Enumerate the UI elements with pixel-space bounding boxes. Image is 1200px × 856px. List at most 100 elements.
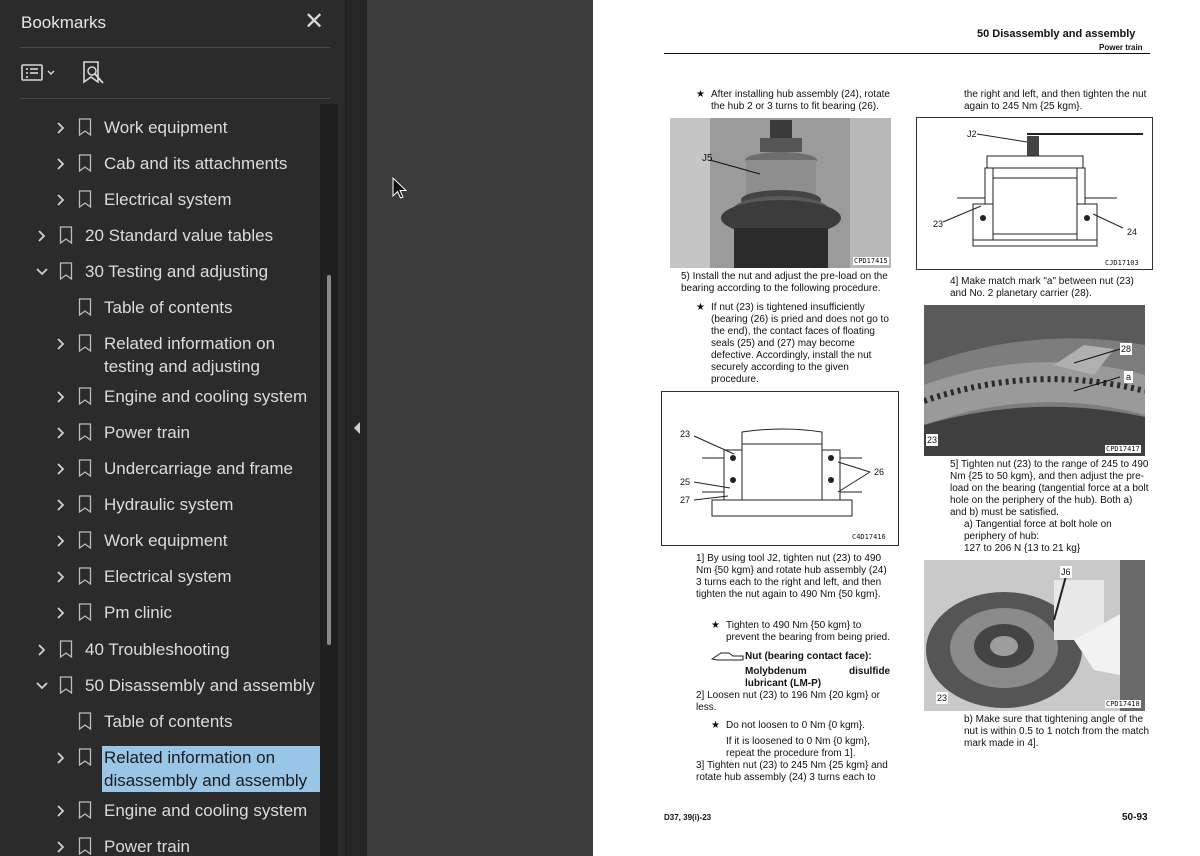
bookmark-label[interactable]: Work equipment xyxy=(104,116,227,139)
bookmark-row[interactable]: Electrical system xyxy=(0,187,320,223)
chevron-right-icon[interactable] xyxy=(54,337,68,351)
bookmark-icon xyxy=(78,334,92,352)
bookmark-label[interactable]: 50 Disassembly and assembly xyxy=(85,674,315,697)
star-icon: ★ xyxy=(711,720,720,731)
bookmark-row[interactable]: Table of contents xyxy=(0,295,320,331)
bookmark-label[interactable]: Power train xyxy=(104,835,190,856)
bookmark-label[interactable]: 40 Troubleshooting xyxy=(85,638,230,661)
close-icon[interactable]: ✕ xyxy=(300,8,328,36)
chevron-right-icon[interactable] xyxy=(54,751,68,765)
bookmark-label[interactable]: Engine and cooling system xyxy=(104,799,307,822)
collapse-panel-button[interactable] xyxy=(351,420,363,436)
bookmark-label[interactable]: Power train xyxy=(104,421,190,444)
bookmark-row[interactable]: Cab and its attachments xyxy=(0,151,320,187)
bookmark-icon xyxy=(78,531,92,549)
bookmark-row[interactable]: Pm clinic xyxy=(0,600,320,636)
bookmark-label[interactable]: Related information on testing and adjus… xyxy=(104,332,304,378)
fig2-label-4: 26 xyxy=(874,467,885,477)
header-rule xyxy=(664,53,1150,54)
chevron-right-icon[interactable] xyxy=(54,426,68,440)
bookmark-row[interactable]: Engine and cooling system xyxy=(0,798,320,834)
bookmarks-title: Bookmarks xyxy=(21,13,107,32)
bookmark-row[interactable]: Undercarriage and frame xyxy=(0,456,320,492)
page-number: 50-93 xyxy=(1122,812,1148,823)
bookmark-row[interactable]: 30 Testing and adjusting xyxy=(0,259,320,295)
find-bookmark-button[interactable] xyxy=(80,58,108,88)
chevron-right-icon[interactable] xyxy=(54,157,68,171)
bookmark-row[interactable]: Power train xyxy=(0,834,320,856)
scrollbar-thumb[interactable] xyxy=(327,275,331,645)
bookmark-label[interactable]: Cab and its attachments xyxy=(104,152,287,175)
toolbar-divider xyxy=(20,98,330,99)
bookmark-row[interactable]: Related information on disassembly and a… xyxy=(0,745,320,798)
bookmark-row[interactable]: Engine and cooling system xyxy=(0,384,320,420)
bookmark-label[interactable]: Undercarriage and frame xyxy=(104,457,293,480)
tangential-force-drawing xyxy=(924,560,1145,711)
fig2-label-3: 27 xyxy=(680,495,691,505)
fig2-code: C4D17416 xyxy=(852,533,886,541)
tool-j2-drawing xyxy=(942,133,1143,247)
bookmark-label[interactable]: Electrical system xyxy=(104,188,232,211)
bookmark-label[interactable]: Table of contents xyxy=(104,296,233,319)
bookmark-label[interactable]: Work equipment xyxy=(104,529,227,552)
note-repeat: If it is loosened to 0 Nm {0 kgm}, repea… xyxy=(726,736,870,759)
bookmark-label[interactable]: Electrical system xyxy=(104,565,232,588)
bookmark-row[interactable]: Work equipment xyxy=(0,115,320,151)
bookmark-icon xyxy=(59,676,73,694)
bookmarks-toolbar xyxy=(0,52,346,96)
bookmark-row[interactable]: Related information on testing and adjus… xyxy=(0,331,320,384)
substep-5a: a) Tangential force at bolt hole on peri… xyxy=(964,519,1112,542)
bookmark-icon xyxy=(78,603,92,621)
chevron-right-icon[interactable] xyxy=(54,570,68,584)
chevron-right-icon[interactable] xyxy=(54,606,68,620)
note-no-zero: Do not loosen to 0 Nm {0 kgm}. xyxy=(726,720,865,731)
chevron-right-icon[interactable] xyxy=(54,498,68,512)
fig5-label-1: J6 xyxy=(1060,566,1072,578)
fig3-label-2: 23 xyxy=(933,219,944,229)
bookmark-label[interactable]: Table of contents xyxy=(104,710,233,733)
press-photo-drawing xyxy=(670,118,891,268)
bookmark-row[interactable]: Electrical system xyxy=(0,564,320,600)
bookmark-icon xyxy=(78,837,92,855)
bookmark-icon xyxy=(78,801,92,819)
bookmark-row[interactable]: Work equipment xyxy=(0,528,320,564)
chevron-right-icon[interactable] xyxy=(54,534,68,548)
chevron-down-icon[interactable] xyxy=(35,679,49,693)
mouse-cursor-icon xyxy=(392,176,408,199)
bookmark-label[interactable]: Related information on disassembly and a… xyxy=(102,746,320,792)
bookmark-row[interactable]: Hydraulic system xyxy=(0,492,320,528)
bookmark-label[interactable]: Hydraulic system xyxy=(104,493,233,516)
bookmark-icon xyxy=(78,748,92,766)
chevron-down-icon[interactable] xyxy=(35,265,49,279)
figure-tool-j2: J2 23 24 CJD17103 xyxy=(916,117,1153,270)
pdf-page: 50 Disassembly and assembly Power train … xyxy=(593,0,1200,856)
chevron-right-icon[interactable] xyxy=(54,193,68,207)
bookmark-row[interactable]: 40 Troubleshooting xyxy=(0,637,320,673)
chevron-right-icon[interactable] xyxy=(54,804,68,818)
bookmark-label[interactable]: 30 Testing and adjusting xyxy=(85,260,268,283)
bookmark-label[interactable]: Engine and cooling system xyxy=(104,385,307,408)
chevron-right-icon[interactable] xyxy=(54,121,68,135)
bookmark-row[interactable]: 20 Standard value tables xyxy=(0,223,320,259)
bookmark-row[interactable]: 50 Disassembly and assembly xyxy=(0,673,320,709)
bookmark-icon xyxy=(59,262,73,280)
note-insufficient-tighten: If nut (23) is tightened insufficiently … xyxy=(711,302,889,385)
chevron-right-icon[interactable] xyxy=(54,462,68,476)
bookmark-search-icon xyxy=(83,61,104,84)
chevron-right-icon[interactable] xyxy=(54,840,68,854)
chevron-right-icon[interactable] xyxy=(35,643,49,657)
substep-1: 1] By using tool J2, tighten nut (23) to… xyxy=(696,553,887,600)
bookmark-icon xyxy=(78,154,92,172)
fig1-label: J5 xyxy=(702,153,713,164)
fig4-label-1: 28 xyxy=(1120,343,1133,355)
bookmark-label[interactable]: 20 Standard value tables xyxy=(85,224,273,247)
options-menu-button[interactable] xyxy=(20,58,60,88)
chevron-right-icon[interactable] xyxy=(35,229,49,243)
bookmark-icon xyxy=(59,226,73,244)
match-mark-drawing xyxy=(924,305,1145,456)
fig4-label-3: 23 xyxy=(926,434,939,446)
chevron-right-icon[interactable] xyxy=(54,390,68,404)
bookmark-row[interactable]: Table of contents xyxy=(0,709,320,745)
bookmark-row[interactable]: Power train xyxy=(0,420,320,456)
bookmark-label[interactable]: Pm clinic xyxy=(104,601,172,624)
